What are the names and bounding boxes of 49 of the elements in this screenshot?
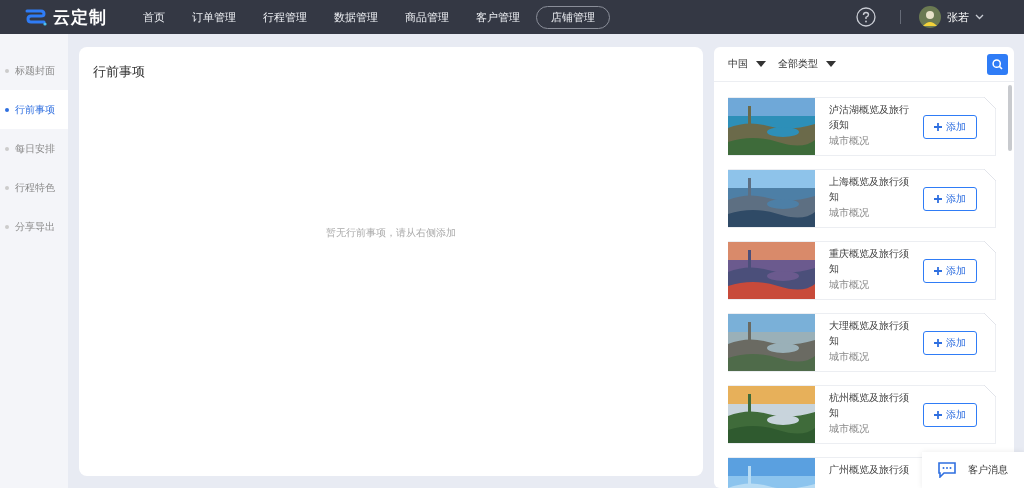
logo-icon bbox=[24, 7, 48, 27]
add-button[interactable]: 添加 bbox=[923, 258, 977, 283]
category-label: 城市概况 bbox=[829, 279, 870, 291]
nav-link[interactable]: 行程管理 bbox=[252, 5, 318, 29]
filter-dropdown[interactable]: 中国 bbox=[728, 57, 766, 71]
plus-icon bbox=[934, 122, 942, 131]
plus-icon bbox=[934, 338, 942, 347]
sidebar-item[interactable]: 每日安排 bbox=[0, 129, 68, 168]
category-label: 城市概况 bbox=[829, 423, 870, 435]
category-label: 城市概况 bbox=[829, 207, 870, 219]
search-button[interactable] bbox=[987, 53, 1008, 75]
sidebar-item[interactable]: 分享导出 bbox=[0, 207, 68, 246]
add-button[interactable]: 添加 bbox=[923, 114, 977, 139]
article-title: 大理概览及旅行须知 bbox=[829, 319, 910, 348]
add-button[interactable]: 添加 bbox=[923, 330, 977, 355]
article-title: 上海概览及旅行须知 bbox=[829, 175, 910, 204]
empty-message: 暂无行前事项，请从右侧添加 bbox=[326, 225, 456, 240]
plus-icon bbox=[934, 410, 942, 419]
article-title: 杭州概览及旅行须知 bbox=[829, 391, 910, 420]
add-button[interactable]: 添加 bbox=[923, 186, 977, 211]
article-title: 重庆概览及旅行须知 bbox=[829, 247, 910, 276]
nav-link[interactable]: 客户管理 bbox=[465, 5, 531, 29]
message-icon bbox=[938, 462, 956, 478]
help-icon[interactable] bbox=[856, 7, 876, 27]
avatar[interactable] bbox=[919, 6, 941, 28]
category-label: 城市概况 bbox=[829, 135, 870, 147]
plus-icon bbox=[934, 266, 942, 275]
caret-icon bbox=[756, 61, 766, 67]
sidebar-item[interactable]: 标题封面 bbox=[0, 51, 68, 90]
chevron-down-icon[interactable] bbox=[975, 14, 984, 20]
article-title: 泸沽湖概览及旅行须知 bbox=[829, 103, 910, 132]
nav-link[interactable]: 数据管理 bbox=[323, 5, 389, 29]
nav-link[interactable]: 订单管理 bbox=[181, 5, 247, 29]
filter-dropdown[interactable]: 全部类型 bbox=[778, 57, 836, 71]
add-button[interactable]: 添加 bbox=[923, 402, 977, 427]
search-icon bbox=[992, 58, 1003, 70]
scrollbar[interactable] bbox=[1008, 85, 1012, 151]
sidebar-item[interactable]: 行前事项 bbox=[0, 90, 68, 129]
nav-link[interactable]: 首页 bbox=[132, 5, 176, 29]
sidebar-item[interactable]: 行程特色 bbox=[0, 168, 68, 207]
user-name[interactable]: 张若 bbox=[947, 9, 969, 25]
chat-button[interactable]: 客户消息 bbox=[922, 452, 1024, 488]
article-title: 广州概览及旅行须 bbox=[829, 463, 909, 477]
category-label: 城市概况 bbox=[829, 351, 870, 363]
logo-text: 云定制 bbox=[53, 5, 107, 29]
section-title: 行前事项 bbox=[93, 63, 146, 81]
nav-link[interactable]: 商品管理 bbox=[394, 5, 460, 29]
caret-icon bbox=[826, 61, 836, 67]
plus-icon bbox=[934, 194, 942, 203]
